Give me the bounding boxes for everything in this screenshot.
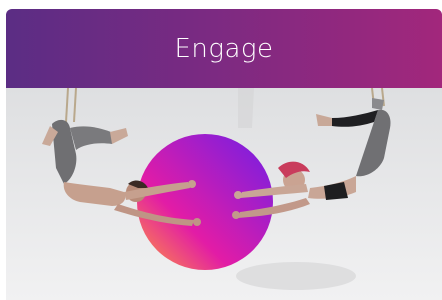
wall-shadow — [238, 88, 254, 128]
floor-shadow — [236, 262, 356, 290]
card-header: Engage — [6, 9, 442, 88]
photo-illustration — [6, 88, 442, 300]
gradient-orb — [137, 134, 273, 270]
engage-card[interactable]: Engage — [6, 9, 442, 300]
card-title: Engage — [174, 33, 274, 64]
aerialists-photo — [6, 88, 442, 300]
